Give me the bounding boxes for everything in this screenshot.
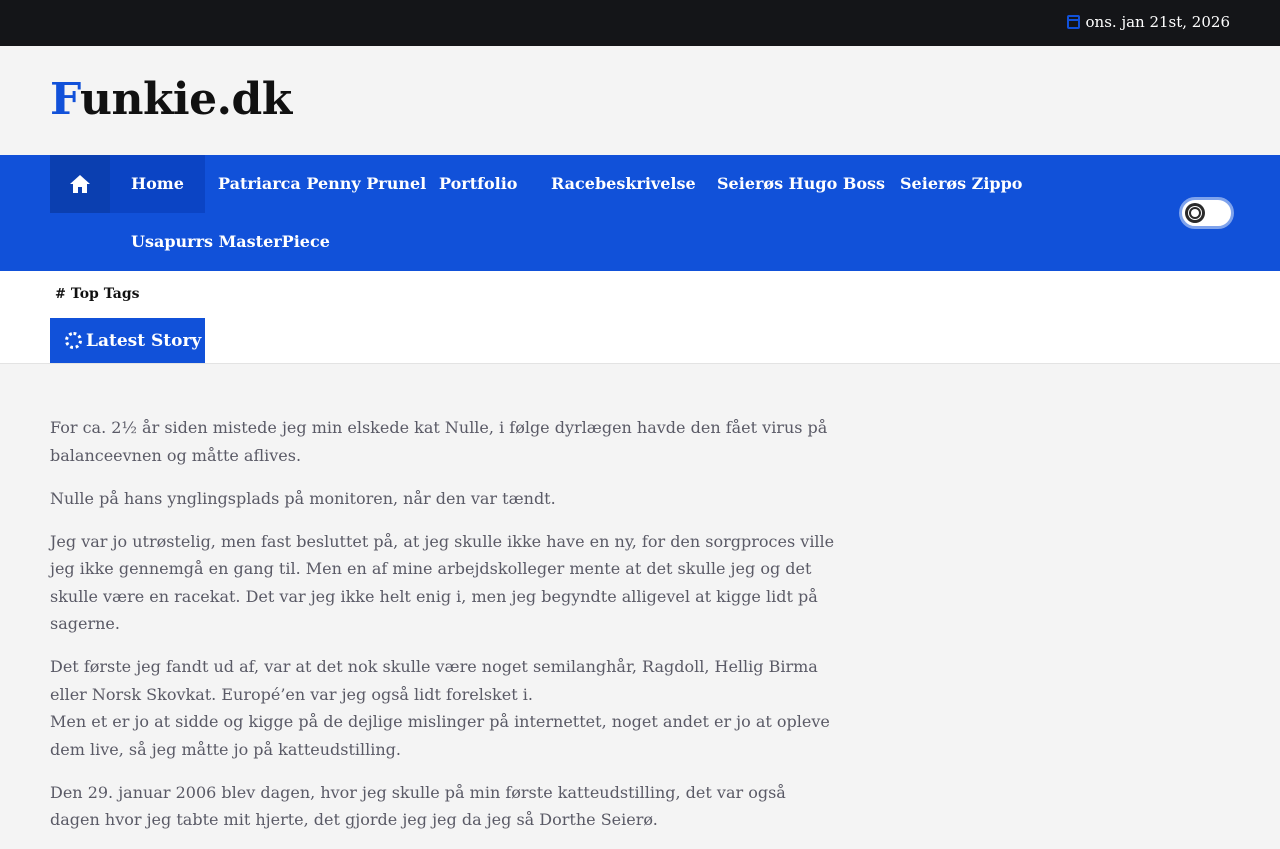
logo-rest: unkie.dk (79, 74, 292, 125)
sun-icon (1191, 209, 1199, 217)
date-text: ons. jan 21st, 2026 (1085, 13, 1230, 31)
calendar-icon (1066, 15, 1080, 29)
latest-story-label: Latest Story (86, 330, 202, 351)
nav-item-home[interactable]: Home (110, 155, 205, 213)
nav-item-racebeskrivelse[interactable]: Racebeskrivelse (530, 155, 717, 213)
article-body: For ca. 2½ år siden mistede jeg min elsk… (50, 414, 840, 849)
site-header: Funkie.dk (0, 46, 1280, 155)
article-paragraph: Nulle på hans ynglingsplads på monitoren… (50, 488, 556, 508)
top-bar: ons. jan 21st, 2026 (0, 0, 1280, 46)
date-display: ons. jan 21st, 2026 (1066, 13, 1230, 31)
article-paragraph: Jeg var jo utrøstelig, men fast beslutte… (50, 531, 835, 634)
article-paragraph: Den 29. januar 2006 blev dagen, hvor jeg… (50, 782, 786, 830)
home-icon-button[interactable] (50, 155, 110, 213)
spinner-icon (65, 332, 82, 349)
article-paragraph: For ca. 2½ år siden mistede jeg min elsk… (50, 418, 828, 465)
site-logo[interactable]: Funkie.dk (50, 74, 292, 126)
nav-item-patriarca-penny-prunel[interactable]: Patriarca Penny Prunel (197, 155, 447, 213)
main-navigation: Home Patriarca Penny Prunel Portfolio Ra… (0, 155, 1280, 271)
tags-section: # Top Tags Latest Story (0, 271, 1280, 364)
theme-toggle-knob (1185, 203, 1205, 223)
nav-item-seieros-zippo[interactable]: Seierøs Zippo (879, 155, 1043, 213)
latest-story-button[interactable]: Latest Story (50, 318, 205, 363)
top-tags-label: Top Tags (70, 286, 140, 302)
hashtag-icon: # (55, 286, 66, 302)
logo-first-letter: F (50, 74, 80, 125)
nav-item-usapurrs-masterpiece[interactable]: Usapurrs MasterPiece (110, 213, 351, 271)
nav-item-seieros-hugo-boss[interactable]: Seierøs Hugo Boss (696, 155, 906, 213)
top-tags-heading: # Top Tags (55, 286, 140, 302)
article-line: Det første jeg fandt ud af, var at det n… (50, 657, 818, 704)
article-paragraph: Det første jeg fandt ud af, var at det n… (50, 653, 840, 763)
theme-toggle[interactable] (1179, 197, 1234, 229)
home-icon (70, 175, 90, 193)
article-line: Men et er jo at sidde og kigge på de dej… (50, 712, 830, 759)
nav-item-portfolio[interactable]: Portfolio (418, 155, 538, 213)
